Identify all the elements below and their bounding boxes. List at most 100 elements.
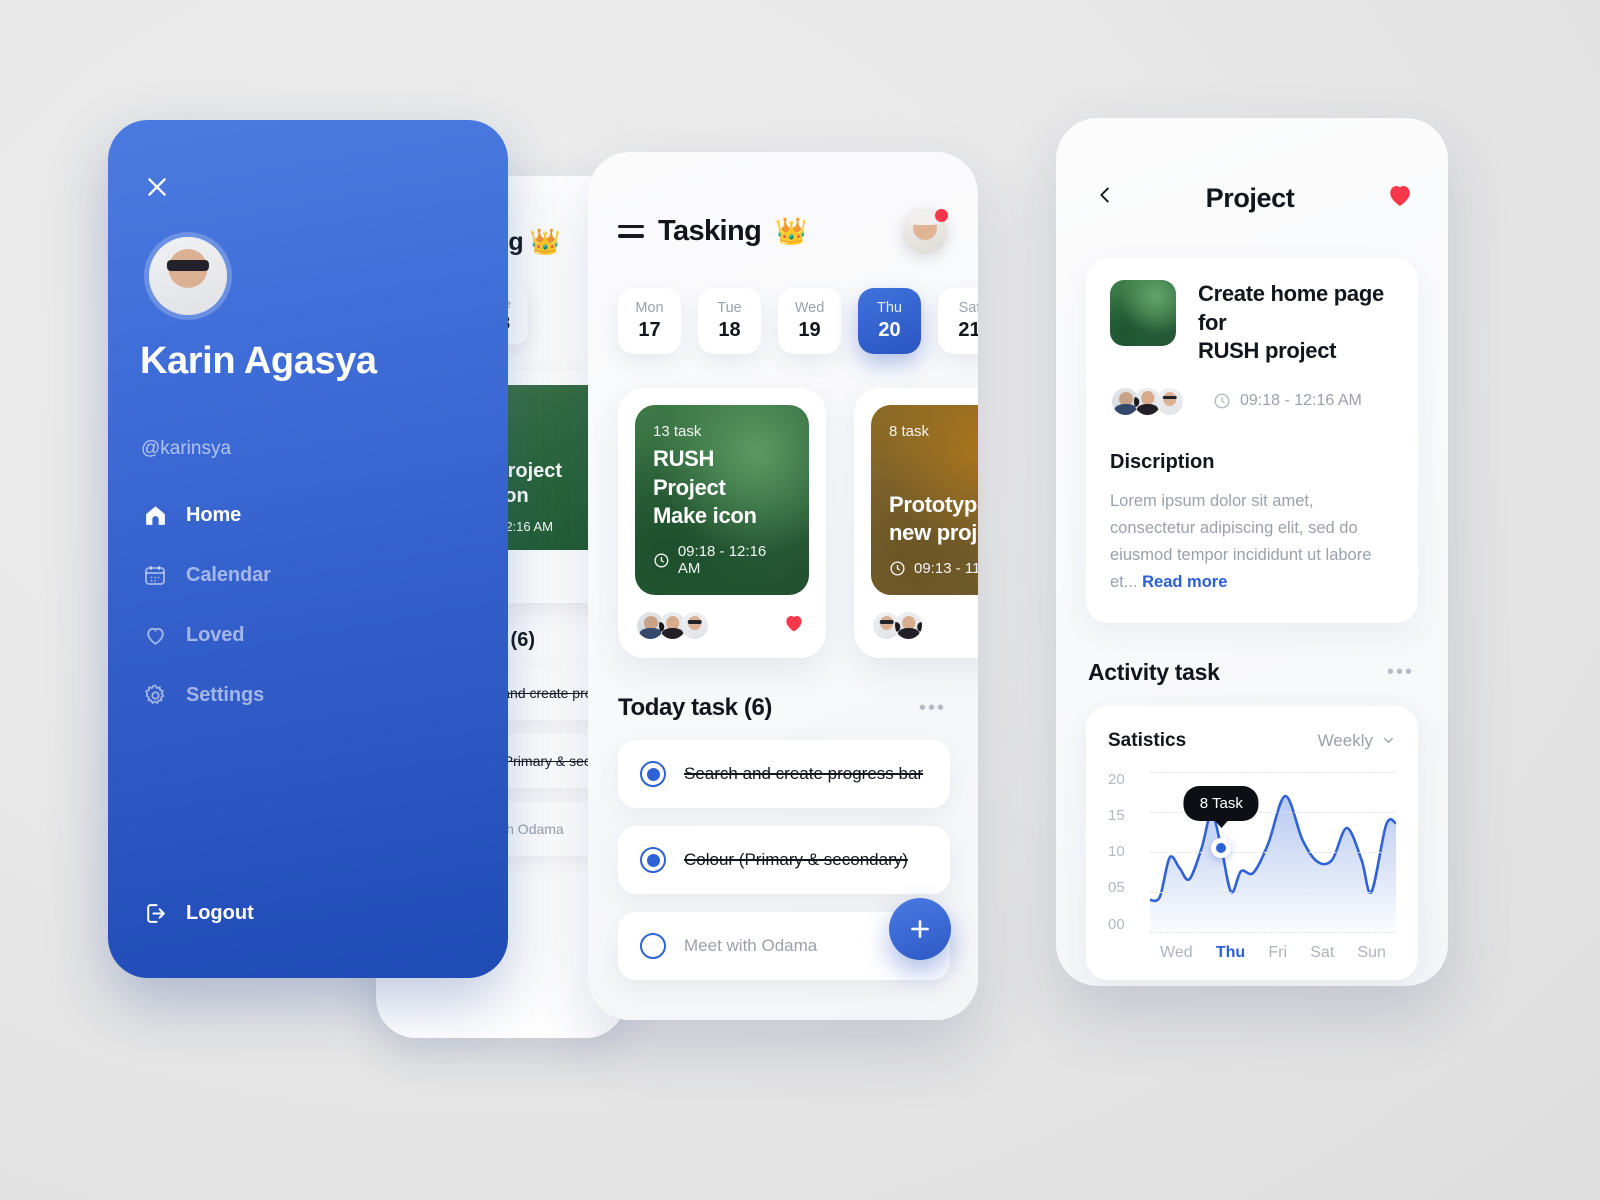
- task-label: Colour (Primary & secondary): [684, 850, 908, 869]
- avatar[interactable]: [144, 232, 232, 320]
- member-avatar-group: [871, 610, 924, 641]
- detail-title-line1: Create home page for: [1198, 281, 1384, 335]
- statistics-card: Satistics Weekly 20 15 10 05 00 8 Task W…: [1086, 705, 1418, 980]
- sidebar-item-settings[interactable]: Settings: [142, 675, 422, 715]
- logout-icon: [142, 900, 168, 926]
- chevron-left-icon[interactable]: [1094, 182, 1116, 214]
- x-tick: Fri: [1268, 943, 1288, 961]
- calendar-icon: [142, 562, 168, 588]
- date-num: 20: [878, 319, 901, 341]
- member-avatar-group: [635, 610, 710, 641]
- close-icon[interactable]: [142, 172, 172, 202]
- activity-task-heading: Activity task: [1088, 658, 1220, 685]
- sidebar-item-label: Home: [186, 503, 242, 526]
- notification-badge: [935, 209, 948, 222]
- sidebar-item-calendar[interactable]: Calendar: [142, 555, 422, 595]
- add-task-button[interactable]: [889, 898, 951, 960]
- task-count-badge: 13 task: [653, 423, 702, 440]
- date-chip-wed[interactable]: Wed 19: [778, 288, 841, 354]
- project-card-rush[interactable]: 13 task RUSH Project Make icon 09:18 - 1…: [618, 388, 826, 658]
- sidebar-item-label: Settings: [186, 683, 265, 706]
- detail-time: 09:18 - 12:16 AM: [1213, 392, 1362, 410]
- project-title-line2: Make icon: [653, 503, 757, 529]
- project-thumbnail: [1110, 280, 1176, 346]
- user-handle: @karinsya: [141, 438, 232, 459]
- date-num: 18: [718, 319, 741, 341]
- date-dow: Mon: [635, 300, 664, 316]
- date-chip-mon[interactable]: Mon 17: [618, 288, 681, 354]
- project-title-line1: RUSH Project: [653, 446, 726, 500]
- date-chip-thu-selected[interactable]: Thu 20: [858, 288, 921, 354]
- y-tick: 10: [1108, 843, 1125, 861]
- project-card-prototype[interactable]: 8 task Prototype new project 09:13 - 11:: [854, 388, 978, 658]
- project-thumbnail: 8 task Prototype new project 09:13 - 11:: [871, 405, 978, 595]
- x-tick-active: Thu: [1215, 943, 1246, 961]
- task-radio[interactable]: [640, 847, 666, 873]
- sidebar-item-label: Calendar: [186, 563, 271, 586]
- date-chip-tue[interactable]: Tue 18: [698, 288, 761, 354]
- project-title-line2: new project: [889, 520, 978, 546]
- logout-button[interactable]: Logout: [142, 900, 254, 926]
- task-row[interactable]: Colour (Primary & secondary): [618, 826, 950, 894]
- detail-header: Project: [1056, 118, 1448, 216]
- page-title: Project: [1205, 182, 1295, 213]
- x-tick: Sat: [1310, 943, 1335, 961]
- sidebar-item-loved[interactable]: Loved: [142, 615, 422, 655]
- crown-icon: 👑: [775, 215, 808, 246]
- heart-filled-icon[interactable]: [1384, 180, 1416, 216]
- home-icon: [142, 502, 168, 528]
- heart-filled-icon[interactable]: [781, 611, 807, 640]
- detail-time-value: 09:18 - 12:16 AM: [1240, 392, 1362, 410]
- date-dow: Sat: [958, 300, 978, 316]
- task-count-badge: 8 task: [889, 423, 930, 440]
- avatar: [893, 610, 924, 641]
- range-selector[interactable]: Weekly: [1318, 731, 1396, 751]
- project-title-line1: Prototype: [889, 491, 978, 517]
- task-radio[interactable]: [640, 933, 666, 959]
- y-tick: 05: [1108, 879, 1125, 897]
- project-thumbnail: 13 task RUSH Project Make icon 09:18 - 1…: [635, 405, 809, 595]
- chart-active-point[interactable]: [1211, 837, 1232, 858]
- sidebar-item-label: Loved: [186, 623, 245, 646]
- date-dow: Wed: [794, 300, 825, 316]
- date-num: 21: [958, 319, 978, 341]
- project-card-carousel[interactable]: 13 task RUSH Project Make icon 09:18 - 1…: [588, 354, 978, 658]
- clock-icon: [890, 561, 905, 576]
- avatar: [679, 610, 710, 641]
- drawer-nav: Home Calendar Loved Settings: [142, 495, 422, 735]
- date-num: 19: [798, 319, 821, 341]
- task-row[interactable]: Search and create progress bar: [618, 740, 950, 808]
- clock-icon: [1214, 393, 1230, 409]
- task-label: Meet with Odama: [684, 936, 818, 955]
- chart-tooltip: 8 Task: [1183, 785, 1259, 821]
- hamburger-icon[interactable]: [618, 224, 644, 238]
- drawer-phone-group: Tasking 👑 Mon 17 Tue 18 13 task RUSH Pro…: [108, 120, 626, 1038]
- description-heading: Discription: [1110, 450, 1215, 473]
- date-dow: Tue: [717, 300, 742, 316]
- task-label: Search and create progress bar: [684, 764, 924, 783]
- statistics-chart: 20 15 10 05 00 8 Task Wed Thu Fri Sat Su…: [1108, 771, 1396, 962]
- profile-avatar[interactable]: [902, 208, 948, 254]
- x-tick: Wed: [1160, 943, 1193, 961]
- chevron-down-icon: [1384, 738, 1393, 744]
- date-strip[interactable]: Mon 17 Tue 18 Wed 19 Thu 20 Sat 21: [588, 254, 978, 354]
- date-chip-sat[interactable]: Sat 21: [938, 288, 978, 354]
- clock-icon: [654, 553, 669, 567]
- today-task-heading: Today task (6): [618, 694, 772, 721]
- more-dots-icon[interactable]: •••: [1387, 662, 1414, 682]
- user-name: Karin Agasya: [140, 340, 377, 382]
- date-dow: Thu: [877, 300, 902, 316]
- sidebar-item-home[interactable]: Home: [142, 495, 422, 535]
- more-dots-icon[interactable]: •••: [919, 698, 946, 718]
- home-header: Tasking 👑: [588, 152, 978, 254]
- y-tick: 20: [1108, 770, 1125, 788]
- task-radio[interactable]: [640, 761, 666, 787]
- chart-y-axis: 20 15 10 05 00: [1108, 772, 1142, 932]
- statistics-title: Satistics: [1108, 729, 1187, 751]
- plus-icon: [911, 920, 929, 938]
- range-label: Weekly: [1317, 730, 1373, 750]
- y-tick: 15: [1108, 806, 1125, 824]
- read-more-link[interactable]: Read more: [1142, 573, 1227, 591]
- home-screen: Tasking 👑 Mon 17 Tue 18 Wed 19 Thu 20 Sa…: [588, 152, 978, 1020]
- date-num: 17: [638, 319, 661, 341]
